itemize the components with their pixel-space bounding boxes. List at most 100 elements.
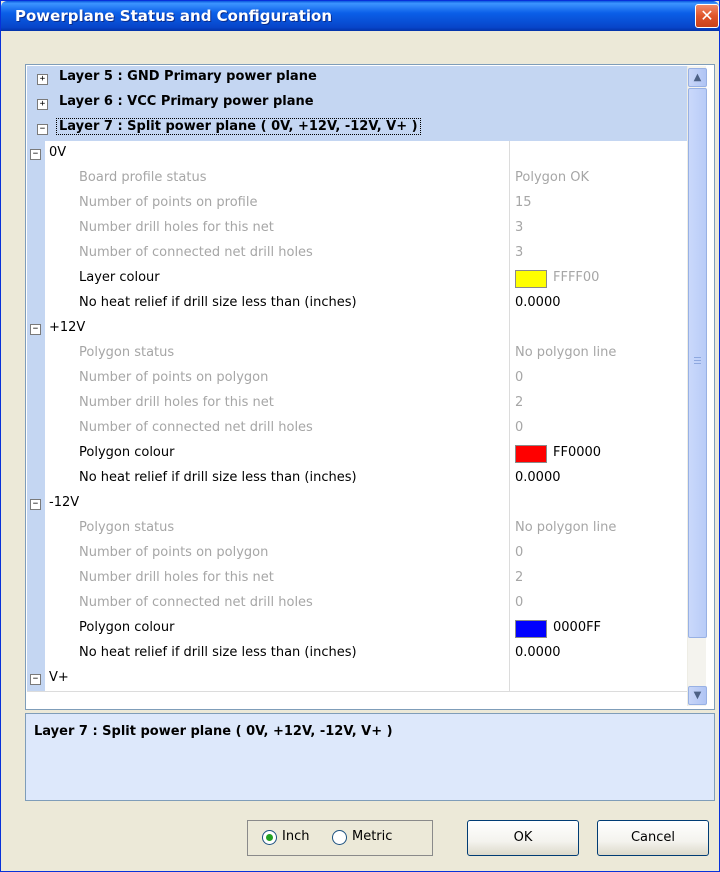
scroll-down-button[interactable]: ▼ <box>688 686 707 705</box>
property-name: Number of points on profile <box>79 195 258 210</box>
layer-row[interactable]: + Layer 6 : VCC Primary power plane <box>27 91 687 117</box>
inch-radio-label[interactable]: Inch <box>282 829 309 844</box>
property-name: Polygon colour <box>79 445 175 460</box>
description-text: Layer 7 : Split power plane ( 0V, +12V, … <box>34 724 393 739</box>
layer-row[interactable]: + Layer 5 : GND Primary power plane <box>27 66 687 92</box>
property-row[interactable]: No heat relief if drill size less than (… <box>27 291 687 317</box>
description-panel: Layer 7 : Split power plane ( 0V, +12V, … <box>25 713 715 801</box>
color-swatch[interactable] <box>515 445 547 463</box>
property-row[interactable]: Layer colour FFFF00 <box>27 266 687 292</box>
property-value: 0 <box>515 595 524 610</box>
collapse-icon[interactable]: − <box>30 674 41 685</box>
property-row[interactable]: Polygon status No polygon line <box>27 516 687 542</box>
collapse-icon[interactable]: − <box>37 124 48 135</box>
tree-gutter <box>27 366 45 391</box>
property-row[interactable]: Number of connected net drill holes 3 <box>27 241 687 267</box>
color-value: 0000FF <box>553 620 602 635</box>
scroll-thumb[interactable] <box>688 88 707 638</box>
net-group-row[interactable]: − V+ <box>27 666 687 692</box>
property-row[interactable]: Number of connected net drill holes 0 <box>27 416 687 442</box>
tree-gutter <box>27 566 45 591</box>
column-divider <box>509 466 510 491</box>
color-value: FF0000 <box>553 445 602 460</box>
property-row[interactable]: No heat relief if drill size less than (… <box>27 466 687 492</box>
property-name: Number of connected net drill holes <box>79 245 313 260</box>
property-row[interactable]: Number of points on polygon 0 <box>27 541 687 567</box>
property-value: 0 <box>515 370 524 385</box>
tree-gutter <box>27 266 45 291</box>
property-row[interactable]: Polygon colour FF0000 <box>27 441 687 467</box>
collapse-icon[interactable]: − <box>30 499 41 510</box>
property-tree: + Layer 5 : GND Primary power plane + Layer… <box>27 66 687 706</box>
color-swatch[interactable] <box>515 620 547 638</box>
cancel-button[interactable]: Cancel <box>597 820 709 856</box>
property-value[interactable]: 0.0000 <box>515 645 561 660</box>
property-name: Board profile status <box>79 170 207 185</box>
net-group-row[interactable]: −0V <box>27 141 687 167</box>
title-bar[interactable]: Powerplane Status and Configuration ✕ <box>1 1 719 31</box>
window-title: Powerplane Status and Configuration <box>15 7 332 25</box>
property-row[interactable]: Polygon status No polygon line <box>27 341 687 367</box>
color-swatch[interactable] <box>515 270 547 288</box>
property-row[interactable]: Number drill holes for this net 3 <box>27 216 687 242</box>
layer-label: Layer 5 : GND Primary power plane <box>59 69 317 84</box>
column-divider <box>509 566 510 591</box>
property-value: No polygon line <box>515 520 617 535</box>
vertical-scrollbar[interactable]: ▲ ▼ <box>687 66 707 706</box>
tree-gutter <box>27 616 45 641</box>
scroll-grip <box>694 363 701 364</box>
layer-row[interactable]: − Layer 7 : Split power plane ( 0V, +12V,… <box>27 116 687 142</box>
property-value: No polygon line <box>515 345 617 360</box>
property-row[interactable]: Number of connected net drill holes 0 <box>27 591 687 617</box>
tree-gutter <box>27 191 45 216</box>
property-value[interactable]: 0.0000 <box>515 470 561 485</box>
property-name: Number of points on polygon <box>79 545 269 560</box>
column-divider <box>509 666 510 691</box>
expand-icon[interactable]: + <box>37 99 48 110</box>
column-divider <box>509 266 510 291</box>
property-row[interactable]: Polygon colour 0000FF <box>27 616 687 642</box>
column-divider <box>509 416 510 441</box>
metric-radio-label[interactable]: Metric <box>352 829 392 844</box>
metric-radio[interactable] <box>332 830 347 845</box>
close-icon[interactable]: ✕ <box>695 4 719 28</box>
net-group-row[interactable]: − -12V <box>27 491 687 517</box>
property-value: 2 <box>515 570 524 585</box>
radio-selected-dot <box>266 834 273 841</box>
property-row[interactable]: Number drill holes for this net 2 <box>27 566 687 592</box>
net-group-label: +12V <box>49 320 86 335</box>
column-divider <box>509 591 510 616</box>
property-row[interactable]: Number of points on polygon 0 <box>27 366 687 392</box>
net-group-row[interactable]: − +12V <box>27 316 687 342</box>
expand-icon[interactable]: + <box>37 74 48 85</box>
column-divider <box>509 141 510 166</box>
property-name: Number drill holes for this net <box>79 395 274 410</box>
property-row[interactable]: Number drill holes for this net 2 <box>27 391 687 417</box>
property-value[interactable]: 0.0000 <box>515 295 561 310</box>
inch-radio[interactable] <box>262 830 277 845</box>
tree-gutter <box>27 591 45 616</box>
net-group-label: -12V <box>49 495 80 510</box>
tree-gutter <box>27 441 45 466</box>
column-divider <box>509 391 510 416</box>
column-divider <box>509 441 510 466</box>
color-value: FFFF00 <box>553 270 600 285</box>
property-name: Number of connected net drill holes <box>79 595 313 610</box>
column-divider <box>509 491 510 516</box>
layer-label: Layer 7 : Split power plane ( 0V, +12V, … <box>56 118 421 135</box>
scroll-up-button[interactable]: ▲ <box>688 68 707 87</box>
property-value: 0 <box>515 545 524 560</box>
collapse-icon[interactable]: − <box>30 324 41 335</box>
property-row[interactable]: No heat relief if drill size less than (… <box>27 641 687 667</box>
dialog-window: Powerplane Status and Configuration ✕ + L… <box>0 0 720 872</box>
column-divider <box>509 191 510 216</box>
property-row[interactable]: Number of points on profile 15 <box>27 191 687 217</box>
collapse-icon[interactable]: − <box>30 149 41 160</box>
property-name: Number drill holes for this net <box>79 570 274 585</box>
property-name: Number drill holes for this net <box>79 220 274 235</box>
property-row[interactable]: Board profile status Polygon OK <box>27 166 687 192</box>
net-group-label: V+ <box>49 670 69 685</box>
ok-button[interactable]: OK <box>467 820 579 856</box>
tree-gutter <box>27 466 45 491</box>
tree-gutter <box>27 641 45 666</box>
